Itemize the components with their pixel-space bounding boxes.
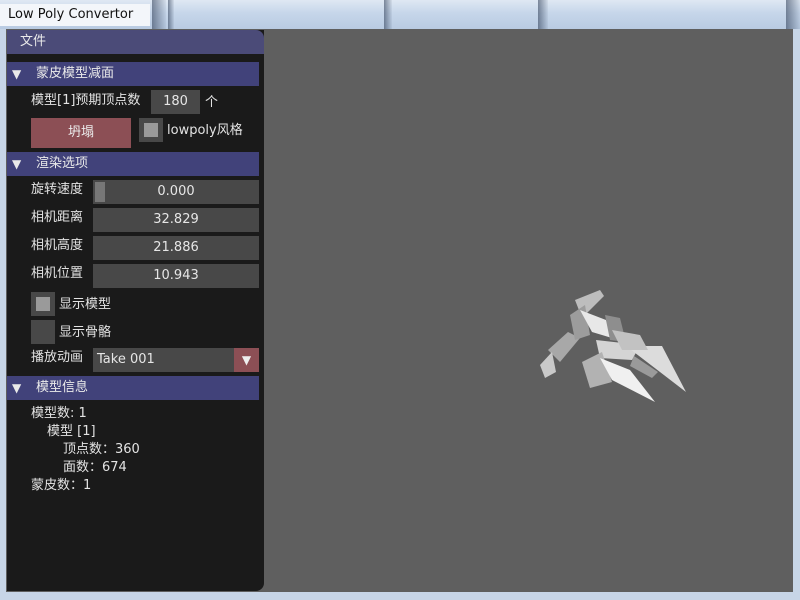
expected-vertex-label: 模型[1]预期顶点数 — [31, 93, 141, 108]
show-skeleton-label: 显示骨骼 — [59, 325, 112, 340]
window-title: Low Poly Convertor — [0, 4, 150, 26]
face-count-text: 面数：674 — [63, 460, 127, 475]
rotation-speed-value: 0.000 — [157, 184, 195, 199]
collapse-button[interactable]: 坍塌 — [31, 118, 131, 148]
section-header-render[interactable]: ▼ 渲染选项 — [7, 152, 259, 176]
vertex-count-text: 顶点数：360 — [63, 442, 140, 457]
slider-grab[interactable] — [95, 182, 105, 202]
collapse-triangle-icon: ▼ — [12, 67, 22, 81]
camera-position-label: 相机位置 — [31, 266, 84, 281]
window-titlebar[interactable]: Low Poly Convertor — [0, 0, 800, 30]
camera-height-slider[interactable]: 21.886 — [93, 236, 259, 260]
lowpoly-label: lowpoly风格 — [167, 123, 243, 138]
camera-distance-slider[interactable]: 32.829 — [93, 208, 259, 232]
animation-select[interactable]: Take 001 ▼ — [93, 348, 259, 372]
unit-label: 个 — [205, 95, 219, 110]
show-model-checkbox[interactable] — [31, 292, 55, 316]
rotation-speed-label: 旋转速度 — [31, 182, 84, 197]
camera-height-label: 相机高度 — [31, 238, 84, 253]
titlebar-decoration — [168, 0, 174, 29]
titlebar-decoration — [538, 0, 548, 29]
collapse-triangle-icon: ▼ — [12, 381, 22, 395]
window-frame-bottom — [0, 592, 800, 600]
section-header-info[interactable]: ▼ 模型信息 — [7, 376, 259, 400]
camera-distance-label: 相机距离 — [31, 210, 84, 225]
checkbox-mark — [144, 123, 158, 137]
section-title: 模型信息 — [36, 380, 89, 395]
section-header-decimate[interactable]: ▼ 蒙皮模型减面 — [7, 62, 259, 86]
play-animation-label: 播放动画 — [31, 350, 84, 365]
show-model-label: 显示模型 — [59, 297, 112, 312]
dropdown-arrow-icon[interactable]: ▼ — [234, 348, 259, 372]
lowpoly-checkbox[interactable] — [139, 118, 163, 142]
collapse-triangle-icon: ▼ — [12, 157, 22, 171]
animation-select-value: Take 001 — [97, 352, 155, 367]
expected-vertex-input[interactable]: 180 — [151, 90, 200, 114]
titlebar-decoration — [786, 0, 800, 29]
section-title: 渲染选项 — [36, 156, 89, 171]
menu-bar: 文件 — [7, 30, 264, 54]
titlebar-decoration — [152, 0, 166, 29]
skin-count-text: 蒙皮数：1 — [31, 478, 92, 493]
model-count-text: 模型数: 1 — [31, 406, 87, 421]
section-title: 蒙皮模型减面 — [36, 66, 115, 81]
model-item-text: 模型 [1] — [47, 424, 96, 439]
camera-position-slider[interactable]: 10.943 — [93, 264, 259, 288]
menu-file[interactable]: 文件 — [20, 34, 46, 49]
window-frame-right — [793, 29, 800, 600]
show-skeleton-checkbox[interactable] — [31, 320, 55, 344]
checkbox-mark — [36, 297, 50, 311]
rotation-speed-slider[interactable]: 0.000 — [93, 180, 259, 204]
mesh-face — [540, 352, 556, 378]
titlebar-decoration — [384, 0, 392, 29]
